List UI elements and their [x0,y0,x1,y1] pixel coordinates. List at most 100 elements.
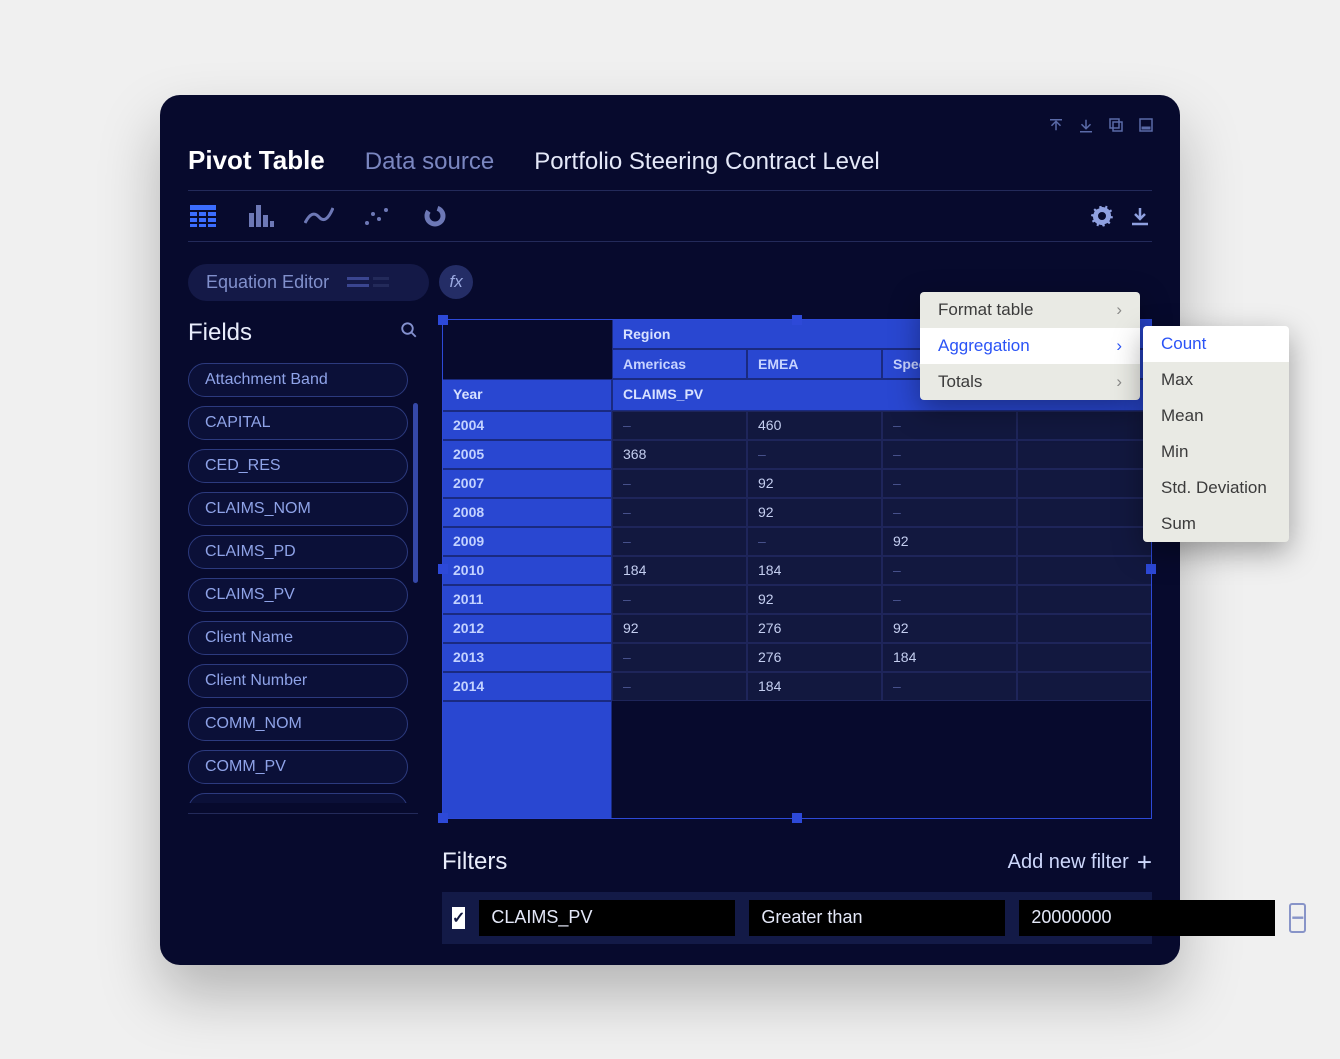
bar-chart-icon[interactable] [246,203,276,229]
year-cell: 2005 [442,440,612,469]
equation-editor-open[interactable]: Equation Editor [188,264,429,301]
pivot-row: 2008–92– [442,498,1152,527]
submenu-item-count[interactable]: Count [1143,326,1289,362]
datasource-name[interactable]: Portfolio Steering Contract Level [534,148,880,176]
row-field-label: Year [442,379,612,411]
value-cell: 368 [612,440,747,469]
field-chip[interactable]: CLAIMS_PD [188,535,408,569]
copy-icon[interactable] [1106,115,1126,135]
value-cell: – [612,672,747,701]
year-cell: 2011 [442,585,612,614]
value-cell: 92 [882,614,1017,643]
panel-top-tools [1046,115,1156,135]
menu-item-format-table[interactable]: Format table› [920,292,1140,328]
value-cell: – [747,440,882,469]
year-cell: 2008 [442,498,612,527]
year-cell: 2012 [442,614,612,643]
year-cell: 2004 [442,411,612,440]
aggregation-submenu: Count Max Mean Min Std. Deviation Sum [1143,326,1289,542]
chevron-right-icon: › [1116,372,1122,392]
field-chip[interactable]: CED_RES [188,449,408,483]
field-chip[interactable]: Client Number [188,664,408,698]
scatter-chart-icon[interactable] [362,203,392,229]
value-cell: – [882,585,1017,614]
value-cell: – [612,498,747,527]
submenu-item-min[interactable]: Min [1143,434,1289,470]
field-chip[interactable]: CLAIMS_NOM [188,492,408,526]
value-cell-blank [1017,672,1152,701]
gear-icon[interactable] [1090,204,1114,228]
col-header: Americas [612,349,747,379]
value-cell: – [612,643,747,672]
value-cell: 92 [882,527,1017,556]
pivot-row: 2013–276184 [442,643,1152,672]
pivot-row: 2005368–– [442,440,1152,469]
submenu-item-stddev[interactable]: Std. Deviation [1143,470,1289,506]
value-cell-blank [1017,469,1152,498]
value-cell: 92 [747,469,882,498]
minimize-icon[interactable] [1136,115,1156,135]
add-filter-label: Add new filter [1008,851,1129,874]
value-cell-blank [1017,643,1152,672]
field-chip[interactable]: EM-Non [188,793,408,803]
value-cell: – [612,469,747,498]
col-header: EMEA [747,349,882,379]
remove-filter-button[interactable]: − [1289,903,1306,933]
filter-operator-input[interactable] [749,900,1005,936]
field-chip[interactable]: COMM_PV [188,750,408,784]
field-chip[interactable]: Client Name [188,621,408,655]
fields-list: Attachment Band CAPITAL CED_RES CLAIMS_N… [188,363,418,803]
export-icon[interactable] [1128,204,1152,228]
table-chart-icon[interactable] [188,203,218,229]
filter-enabled-checkbox[interactable]: ✓ [452,907,465,929]
value-cell: – [882,498,1017,527]
value-cell: – [882,411,1017,440]
value-cell: – [612,527,747,556]
submenu-item-mean[interactable]: Mean [1143,398,1289,434]
filter-value-input[interactable] [1019,900,1275,936]
download-icon[interactable] [1076,115,1096,135]
filters-section: Filters Add new filter + ✓ − [442,847,1152,944]
field-chip[interactable]: CAPITAL [188,406,408,440]
filter-field-input[interactable] [479,900,735,936]
value-cell: – [882,556,1017,585]
value-cell: – [612,411,747,440]
fields-scrollbar[interactable] [413,363,418,803]
field-chip[interactable]: CLAIMS_PV [188,578,408,612]
value-cell: 92 [747,498,882,527]
pivot-row: 2014–184– [442,672,1152,701]
line-chart-icon[interactable] [304,203,334,229]
chevron-right-icon: › [1116,300,1122,320]
value-cell-blank [1017,614,1152,643]
value-cell: 276 [747,643,882,672]
donut-chart-icon[interactable] [420,203,450,229]
value-cell-blank [1017,585,1152,614]
value-cell-blank [1017,411,1152,440]
menu-item-aggregation[interactable]: Aggregation› [920,328,1140,364]
year-cell: 2009 [442,527,612,556]
equation-editor-bars-icon [347,275,389,289]
submenu-item-sum[interactable]: Sum [1143,506,1289,542]
filter-row: ✓ − [442,892,1152,944]
submenu-item-max[interactable]: Max [1143,362,1289,398]
field-chip[interactable]: Attachment Band [188,363,408,397]
value-cell: – [882,440,1017,469]
value-cell-blank [1017,440,1152,469]
value-cell: – [612,585,747,614]
fx-button[interactable]: fx [439,265,473,299]
value-cell: 92 [747,585,882,614]
value-cell: – [882,469,1017,498]
equation-editor-label: Equation Editor [206,272,329,293]
pivot-row: 20129227692 [442,614,1152,643]
upload-icon[interactable] [1046,115,1066,135]
value-cell: 460 [747,411,882,440]
search-icon[interactable] [400,321,418,344]
filters-heading: Filters [442,848,507,876]
field-chip[interactable]: COMM_NOM [188,707,408,741]
pivot-row: 2009––92 [442,527,1152,556]
menu-item-totals[interactable]: Totals› [920,364,1140,400]
settings-dropdown-menu: Format table› Aggregation› Totals› [920,292,1140,400]
pivot-row: 2011–92– [442,585,1152,614]
add-filter-button[interactable]: Add new filter + [1008,847,1152,878]
value-cell: 184 [612,556,747,585]
